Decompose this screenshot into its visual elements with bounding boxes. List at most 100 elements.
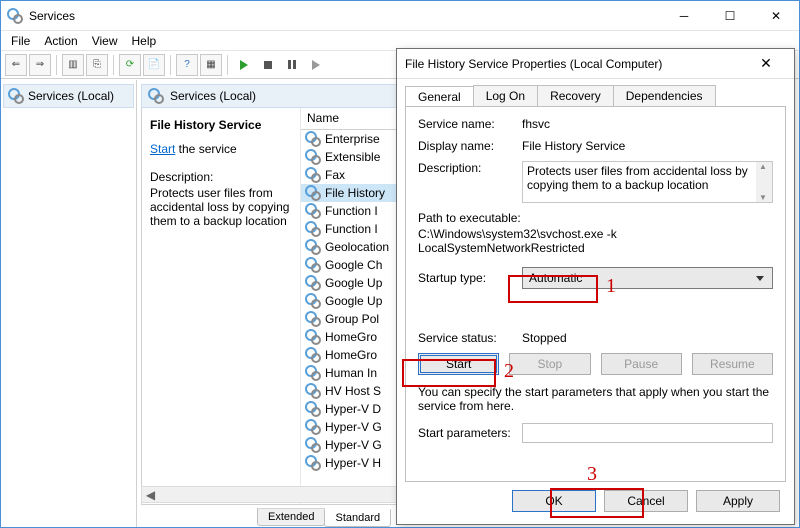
window-title: Services: [29, 9, 75, 23]
minimize-button[interactable]: ─: [661, 1, 707, 31]
resume-button: Resume: [692, 353, 773, 375]
scroll-left-icon[interactable]: ◀: [142, 487, 159, 502]
label-startup-type: Startup type:: [418, 271, 522, 285]
tab-general[interactable]: General: [405, 86, 474, 107]
gear-icon: [305, 167, 321, 183]
service-row-label: Function I: [325, 204, 378, 218]
gear-icon: [305, 437, 321, 453]
gear-icon: [148, 88, 164, 104]
gear-icon: [305, 311, 321, 327]
gear-icon: [8, 88, 24, 104]
description-box[interactable]: Protects user files from accidental loss…: [522, 161, 773, 203]
description-text: Protects user files from accidental loss…: [150, 186, 292, 228]
service-row-label: File History: [325, 186, 385, 200]
close-button[interactable]: ✕: [753, 1, 799, 31]
dialog-close-button[interactable]: ✕: [746, 55, 786, 72]
nav-root-label: Services (Local): [28, 89, 114, 103]
gear-icon: [305, 131, 321, 147]
label-display-name: Display name:: [418, 139, 522, 153]
window-titlebar: Services ─ ☐ ✕: [1, 1, 799, 31]
startup-type-combo[interactable]: Automatic: [522, 267, 773, 289]
properties-button[interactable]: ▦: [200, 54, 222, 76]
menu-file[interactable]: File: [11, 34, 30, 48]
service-row-label: HomeGro: [325, 348, 377, 362]
service-row-label: Hyper-V H: [325, 456, 381, 470]
service-row-label: Enterprise: [325, 132, 380, 146]
menu-action[interactable]: Action: [44, 34, 77, 48]
start-link[interactable]: Start: [150, 142, 175, 156]
gear-icon: [305, 257, 321, 273]
start-link-suffix: the service: [175, 142, 236, 156]
tab-dependencies[interactable]: Dependencies: [613, 85, 716, 106]
gear-icon: [305, 239, 321, 255]
export-button[interactable]: ⎘: [86, 54, 108, 76]
label-path: Path to executable:: [418, 211, 773, 225]
service-row-label: Human In: [325, 366, 377, 380]
cancel-button[interactable]: Cancel: [604, 490, 688, 512]
label-service-name: Service name:: [418, 117, 522, 131]
service-row-label: Google Up: [325, 294, 382, 308]
start-service-button[interactable]: [233, 54, 255, 76]
gear-icon: [305, 329, 321, 345]
service-row-label: Extensible: [325, 150, 380, 164]
services-icon: [7, 8, 23, 24]
gear-icon: [305, 275, 321, 291]
gear-icon: [305, 401, 321, 417]
service-row-label: Fax: [325, 168, 345, 182]
gear-icon: [305, 149, 321, 165]
tab-recovery[interactable]: Recovery: [537, 85, 614, 106]
value-service-status: Stopped: [522, 331, 567, 345]
ok-button[interactable]: OK: [512, 490, 596, 512]
tab-extended[interactable]: Extended: [257, 508, 325, 526]
tab-standard[interactable]: Standard: [324, 509, 391, 527]
menu-view[interactable]: View: [92, 34, 118, 48]
service-row-label: Google Up: [325, 276, 382, 290]
restart-service-button[interactable]: [305, 54, 327, 76]
stop-button: Stop: [509, 353, 590, 375]
apply-button[interactable]: Apply: [696, 490, 780, 512]
start-button[interactable]: Start: [418, 353, 499, 375]
start-params-input[interactable]: [522, 423, 773, 443]
forward-button[interactable]: ⇒: [29, 54, 51, 76]
description-label: Description:: [150, 170, 292, 184]
service-row-label: HomeGro: [325, 330, 377, 344]
gear-icon: [305, 365, 321, 381]
service-row-label: HV Host S: [325, 384, 381, 398]
tab-logon[interactable]: Log On: [473, 85, 538, 106]
export-list-button[interactable]: 📄: [143, 54, 165, 76]
stop-service-button[interactable]: [257, 54, 279, 76]
value-path: C:\Windows\system32\svchost.exe -k Local…: [418, 227, 773, 255]
gear-icon: [305, 455, 321, 471]
dialog-panel-general: Service name: fhsvc Display name: File H…: [405, 106, 786, 482]
label-description: Description:: [418, 161, 522, 203]
dialog-titlebar: File History Service Properties (Local C…: [397, 49, 794, 79]
dialog-title: File History Service Properties (Local C…: [405, 57, 662, 71]
help-button[interactable]: ?: [176, 54, 198, 76]
selected-service-title: File History Service: [150, 118, 292, 132]
pause-service-button[interactable]: [281, 54, 303, 76]
service-row-label: Geolocation: [325, 240, 389, 254]
value-service-name: fhsvc: [522, 117, 550, 131]
nav-root[interactable]: Services (Local): [3, 84, 134, 108]
maximize-button[interactable]: ☐: [707, 1, 753, 31]
description-scrollbar[interactable]: [756, 162, 772, 202]
label-service-status: Service status:: [418, 331, 522, 345]
service-row-label: Group Pol: [325, 312, 379, 326]
refresh-button[interactable]: ⟳: [119, 54, 141, 76]
startup-type-value: Automatic: [529, 271, 582, 285]
menu-help[interactable]: Help: [132, 34, 157, 48]
detail-header-label: Services (Local): [170, 89, 256, 103]
back-button[interactable]: ⇐: [5, 54, 27, 76]
value-display-name: File History Service: [522, 139, 625, 153]
dialog-buttons: OK Cancel Apply: [397, 490, 794, 524]
gear-icon: [305, 203, 321, 219]
gear-icon: [305, 347, 321, 363]
service-row-label: Hyper-V G: [325, 438, 382, 452]
gear-icon: [305, 185, 321, 201]
description-box-text: Protects user files from accidental loss…: [527, 164, 748, 192]
description-pane: File History Service Start the service D…: [142, 108, 300, 504]
show-hide-tree-button[interactable]: ▥: [62, 54, 84, 76]
properties-dialog: File History Service Properties (Local C…: [396, 48, 795, 525]
service-row-label: Hyper-V G: [325, 420, 382, 434]
service-row-label: Hyper-V D: [325, 402, 381, 416]
